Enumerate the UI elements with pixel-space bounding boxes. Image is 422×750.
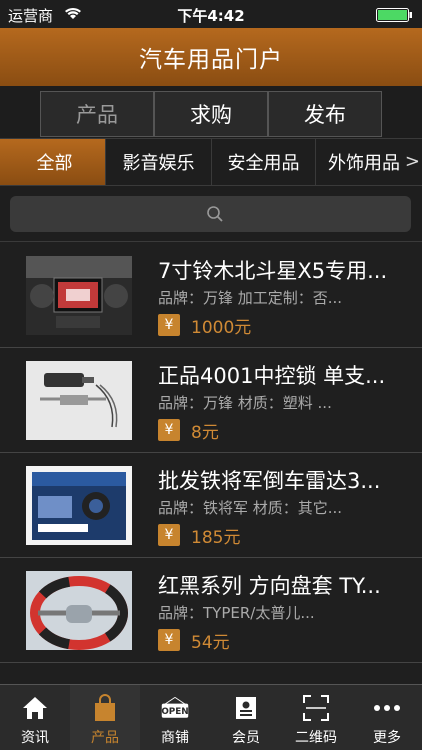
- product-meta: 品牌：万锋 材质：塑料 ...: [158, 394, 332, 412]
- bag-icon: [90, 693, 120, 723]
- tabbar-label: 会员: [232, 730, 260, 746]
- category-scroll-right-icon[interactable]: >: [405, 151, 420, 172]
- tabbar-shops[interactable]: OPEN 商铺: [140, 685, 210, 750]
- bottom-tab-bar: 资讯 产品 OPEN 商铺 会员 二维码 更多: [0, 684, 422, 750]
- search-icon: [206, 205, 224, 227]
- product-thumbnail: [26, 256, 132, 335]
- home-icon: [20, 693, 50, 723]
- price-yen-icon: ¥: [158, 629, 180, 651]
- product-title: 批发铁将军倒车雷达3...: [158, 469, 381, 493]
- segmented-control: 产品 求购 发布: [0, 86, 422, 138]
- product-price: 8元: [191, 423, 219, 443]
- category-safety[interactable]: 安全用品: [212, 139, 316, 185]
- tabbar-label: 产品: [91, 730, 119, 746]
- product-price: 54元: [191, 633, 230, 653]
- product-thumbnail: [26, 466, 132, 545]
- tabbar-label: 更多: [373, 730, 401, 746]
- tabbar-label: 二维码: [295, 730, 337, 746]
- product-meta: 品牌：铁将军 材质：其它...: [158, 499, 343, 517]
- status-bar: 运营商 下午4:42: [0, 0, 422, 28]
- more-icon: [372, 693, 402, 723]
- search-input[interactable]: [10, 196, 411, 232]
- clock: 下午4:42: [177, 7, 245, 25]
- tabbar-label: 商铺: [161, 730, 189, 746]
- tab-products[interactable]: 产品: [40, 91, 154, 137]
- search-area: [0, 186, 422, 242]
- tabbar-more[interactable]: 更多: [352, 685, 422, 750]
- category-av-entertainment[interactable]: 影音娱乐: [106, 139, 212, 185]
- product-thumbnail: [26, 361, 132, 440]
- qr-scan-icon: [301, 693, 331, 723]
- product-list: 7寸铃木北斗星X5专用... 品牌：万锋 加工定制：否... ¥ 1000元 正…: [0, 243, 422, 663]
- tab-buy-requests[interactable]: 求购: [154, 91, 268, 137]
- product-price: 1000元: [191, 318, 252, 338]
- tabbar-label: 资讯: [21, 730, 49, 746]
- tabbar-qrcode[interactable]: 二维码: [281, 685, 351, 750]
- tab-publish[interactable]: 发布: [268, 91, 382, 137]
- product-meta: 品牌：万锋 加工定制：否...: [158, 289, 343, 307]
- battery-icon: [376, 8, 414, 22]
- price-yen-icon: ¥: [158, 314, 180, 336]
- tabbar-members[interactable]: 会员: [211, 685, 281, 750]
- price-yen-icon: ¥: [158, 419, 180, 441]
- app-titlebar: 汽车用品门户: [0, 28, 422, 86]
- product-meta: 品牌：TYPER/太普儿...: [158, 604, 315, 622]
- product-row[interactable]: 正品4001中控锁 单支... 品牌：万锋 材质：塑料 ... ¥ 8元: [0, 348, 422, 453]
- product-row[interactable]: 红黑系列 方向盘套 TY... 品牌：TYPER/太普儿... ¥ 54元: [0, 558, 422, 663]
- product-title: 红黑系列 方向盘套 TY...: [158, 574, 381, 598]
- product-row[interactable]: 7寸铃木北斗星X5专用... 品牌：万锋 加工定制：否... ¥ 1000元: [0, 243, 422, 348]
- price-yen-icon: ¥: [158, 524, 180, 546]
- page-title: 汽车用品门户: [139, 47, 283, 73]
- open-sign-icon: OPEN: [160, 693, 190, 723]
- member-card-icon: [231, 693, 261, 723]
- product-price: 185元: [191, 528, 241, 548]
- svg-text:OPEN: OPEN: [161, 707, 188, 717]
- product-thumbnail: [26, 571, 132, 650]
- product-row[interactable]: 批发铁将军倒车雷达3... 品牌：铁将军 材质：其它... ¥ 185元: [0, 453, 422, 558]
- tabbar-products[interactable]: 产品: [70, 685, 140, 750]
- tabbar-news[interactable]: 资讯: [0, 685, 70, 750]
- category-bar: < 全部 影音娱乐 安全用品 外饰用品 >: [0, 138, 422, 186]
- product-title: 正品4001中控锁 单支...: [158, 364, 386, 388]
- product-title: 7寸铃木北斗星X5专用...: [158, 259, 388, 283]
- category-all[interactable]: 全部: [0, 139, 106, 185]
